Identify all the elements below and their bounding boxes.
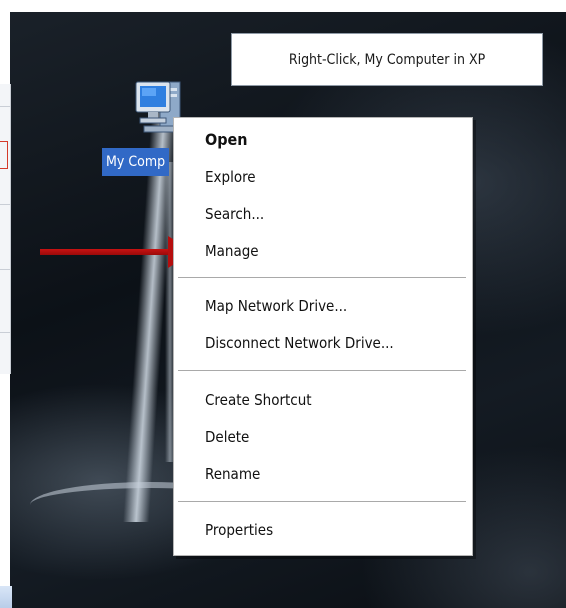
menu-item-explore[interactable]: Explore [205, 162, 256, 192]
menu-item-properties[interactable]: Properties [205, 515, 273, 545]
my-computer-label[interactable]: My Comp [102, 148, 170, 176]
menu-item-delete[interactable]: Delete [205, 422, 249, 452]
window-divider [0, 204, 10, 205]
context-menu: Open Explore Search... Manage Map Networ… [173, 117, 473, 556]
menu-item-open[interactable]: Open [205, 125, 248, 155]
menu-item-map-network-drive[interactable]: Map Network Drive... [205, 291, 347, 321]
menu-item-rename[interactable]: Rename [205, 459, 260, 489]
menu-separator [178, 370, 466, 371]
menu-item-disconnect-network-drive[interactable]: Disconnect Network Drive... [205, 328, 394, 358]
caption-label: Right-Click, My Computer in XP [231, 33, 543, 86]
menu-separator [178, 277, 466, 278]
window-divider [0, 269, 10, 270]
background-window-edge [0, 84, 11, 374]
window-divider [0, 106, 10, 107]
window-red-outline [0, 141, 8, 169]
caption-text: Right-Click, My Computer in XP [288, 51, 486, 68]
taskbar-edge [0, 586, 12, 608]
menu-separator [178, 501, 466, 502]
menu-item-create-shortcut[interactable]: Create Shortcut [205, 385, 312, 415]
pointer-arrow-shaft [40, 249, 180, 255]
menu-item-search[interactable]: Search... [205, 199, 264, 229]
menu-item-manage[interactable]: Manage [205, 236, 259, 266]
window-divider [0, 332, 10, 333]
